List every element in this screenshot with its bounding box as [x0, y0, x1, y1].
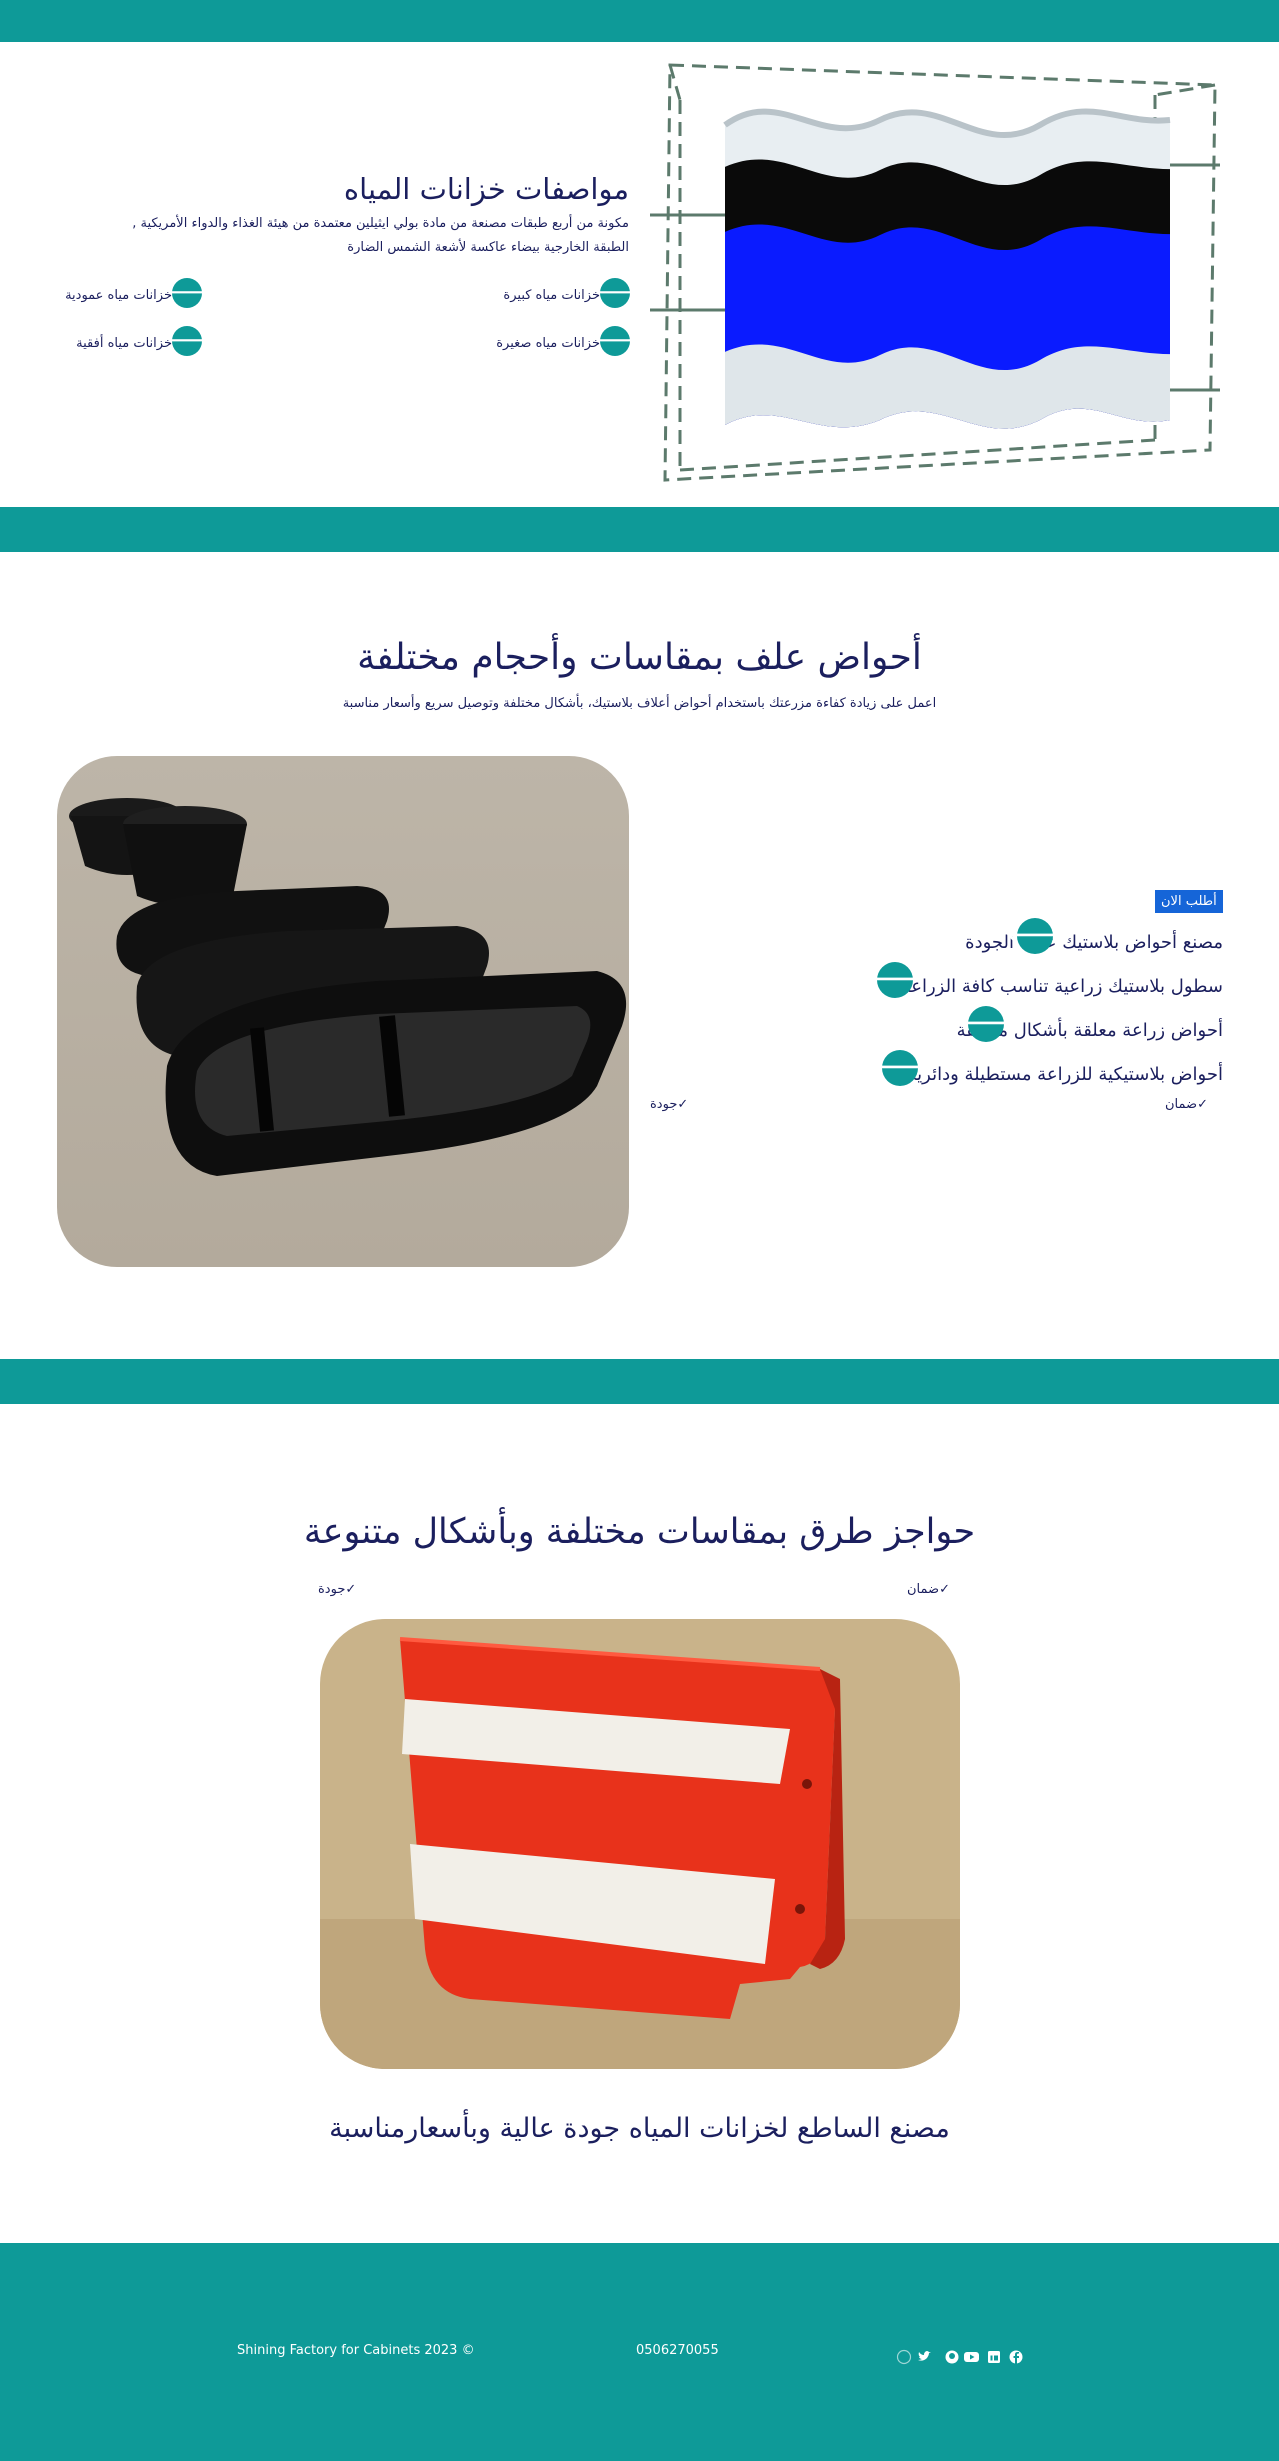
- arrow-left-icon: 🡐: [1006, 918, 1065, 954]
- linkedin-icon[interactable]: [988, 2351, 1000, 2363]
- arrow-left-icon: 🡐: [871, 1050, 930, 1086]
- link-vertical-tanks[interactable]: 🡐 خزانات مياه عمودية: [40, 278, 211, 310]
- check-icon: ✓: [677, 1097, 689, 1112]
- twitter-icon[interactable]: [918, 2351, 931, 2361]
- youtube-icon[interactable]: [964, 2352, 979, 2362]
- section-title: حواجز طرق بمقاسات مختلفة وبأشكال متنوعة: [303, 1512, 976, 1552]
- list-item[interactable]: أحواض بلاستيكية للزراعة مستطيلة ودائرية …: [700, 1050, 1223, 1090]
- list-item[interactable]: مصنع أحواض بلاستيك عالية الجودة 🡐: [700, 918, 1223, 958]
- github-icon[interactable]: [945, 2350, 959, 2364]
- facebook-icon[interactable]: [1009, 2350, 1023, 2365]
- check-icon: ✓: [345, 1582, 357, 1597]
- arrow-left-icon: 🡐: [163, 278, 211, 308]
- section-title: أحواض علف بمقاسات وأحجام مختلفة: [357, 637, 922, 678]
- arrow-left-icon: 🡐: [866, 962, 925, 998]
- copyright-text: Shining Factory for Cabinets 2023 ©: [237, 2343, 475, 2358]
- divider-band: [0, 1359, 1279, 1404]
- phone-number[interactable]: 0506270055: [636, 2343, 719, 2358]
- arrow-left-icon: 🡐: [957, 1006, 1016, 1042]
- dribbble-icon[interactable]: [896, 2349, 912, 2365]
- tank-description-line2: الطبقة الخارجية بيضاء عاكسة لأشعة الشمس …: [347, 240, 629, 255]
- quality-badge: ✓جودة: [650, 1097, 689, 1112]
- tank-description-line1: مكونة من أربع طبقات مصنعة من مادة بولي ا…: [132, 216, 629, 231]
- section-title: مواصفات خزانات المياه: [343, 172, 629, 206]
- footer: Shining Factory for Cabinets 2023 © 0506…: [0, 2243, 1279, 2461]
- guarantee-badge: ✓ضمان: [907, 1582, 950, 1597]
- quality-badge: ✓جودة: [318, 1582, 357, 1597]
- list-item[interactable]: سطول بلاستيك زراعية تناسب كافة الزراعات …: [700, 962, 1223, 1002]
- road-barrier-image: [320, 1619, 960, 2069]
- check-icon: ✓: [1197, 1097, 1208, 1112]
- arrow-left-icon: 🡐: [591, 278, 639, 308]
- divider-band: [0, 507, 1279, 552]
- link-large-tanks[interactable]: 🡐 خزانات مياه كبيرة: [460, 278, 639, 310]
- tank-layers-image: [650, 50, 1220, 485]
- link-horizontal-tanks[interactable]: 🡐 خزانات مياه أفقية: [40, 326, 211, 358]
- top-band: [0, 0, 1279, 42]
- check-icon: ✓: [939, 1582, 950, 1597]
- order-now-button[interactable]: أطلب الان: [1155, 890, 1223, 913]
- list-item[interactable]: أحواض زراعة معلقة بأشكال مختلفة 🡐: [700, 1006, 1223, 1046]
- factory-tagline: مصنع الساطع لخزانات المياه جودة عالية وب…: [329, 2113, 950, 2144]
- section-subtitle: اعمل على زيادة كفاءة مزرعتك باستخدام أحو…: [342, 696, 937, 711]
- guarantee-badge: ✓ضمان: [1165, 1097, 1208, 1112]
- social-links: [896, 2349, 1036, 2365]
- arrow-left-icon: 🡐: [591, 326, 639, 356]
- arrow-left-icon: 🡐: [163, 326, 211, 356]
- feed-troughs-image: [57, 756, 629, 1267]
- link-small-tanks[interactable]: 🡐 خزانات مياه صغيرة: [460, 326, 639, 358]
